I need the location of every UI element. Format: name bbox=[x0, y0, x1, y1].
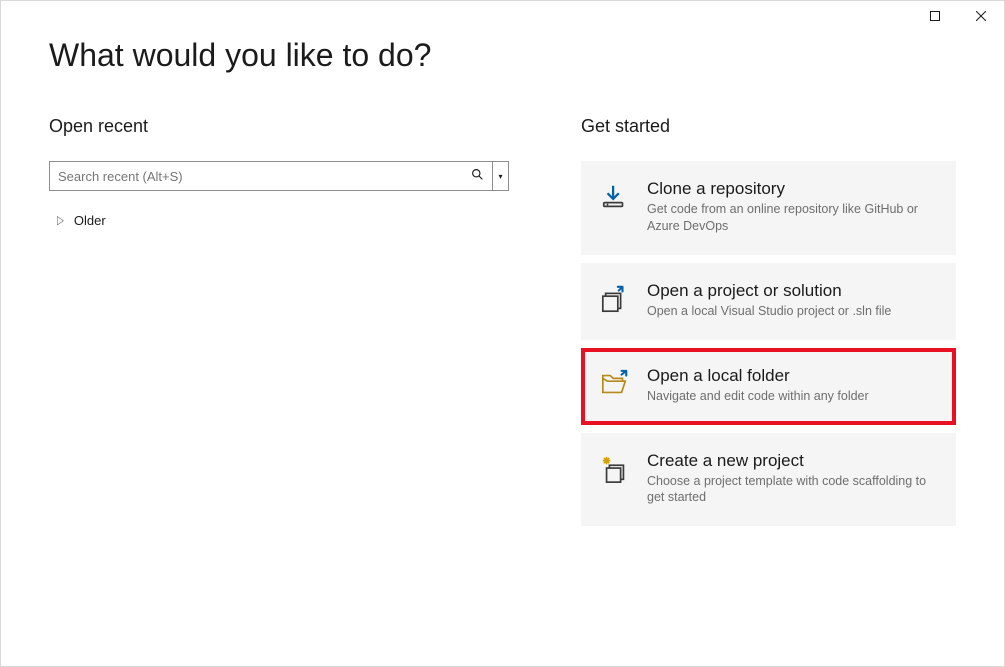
open-recent-heading: Open recent bbox=[49, 116, 509, 137]
chevron-down-icon: ▾ bbox=[498, 172, 502, 181]
recent-group-older[interactable]: ▷ Older bbox=[49, 209, 509, 232]
search-recent-box[interactable] bbox=[49, 161, 493, 191]
tile-title: Open a project or solution bbox=[647, 281, 934, 301]
tile-desc: Choose a project template with code scaf… bbox=[647, 473, 934, 507]
search-dropdown-button[interactable]: ▾ bbox=[493, 161, 509, 191]
tile-title: Create a new project bbox=[647, 451, 934, 471]
window-titlebar bbox=[912, 1, 1004, 31]
tile-open-project[interactable]: Open a project or solution Open a local … bbox=[581, 263, 956, 340]
tile-desc: Navigate and edit code within any folder bbox=[647, 388, 934, 405]
create-project-icon bbox=[599, 453, 631, 485]
tile-clone-repository[interactable]: Clone a repository Get code from an onli… bbox=[581, 161, 956, 255]
tile-title: Open a local folder bbox=[647, 366, 934, 386]
tile-open-local-folder[interactable]: Open a local folder Navigate and edit co… bbox=[581, 348, 956, 425]
page-title: What would you like to do? bbox=[49, 37, 956, 74]
open-project-icon bbox=[599, 283, 631, 315]
tile-desc: Get code from an online repository like … bbox=[647, 201, 934, 235]
caret-right-icon: ▷ bbox=[57, 213, 64, 228]
open-folder-icon bbox=[599, 368, 631, 400]
search-input[interactable] bbox=[58, 169, 469, 184]
close-button[interactable] bbox=[958, 1, 1004, 31]
recent-group-label: Older bbox=[74, 213, 106, 228]
get-started-heading: Get started bbox=[581, 116, 956, 137]
maximize-button[interactable] bbox=[912, 1, 958, 31]
tile-desc: Open a local Visual Studio project or .s… bbox=[647, 303, 934, 320]
search-icon[interactable] bbox=[469, 168, 486, 184]
tile-title: Clone a repository bbox=[647, 179, 934, 199]
clone-repository-icon bbox=[599, 181, 631, 213]
tile-create-new-project[interactable]: Create a new project Choose a project te… bbox=[581, 433, 956, 527]
